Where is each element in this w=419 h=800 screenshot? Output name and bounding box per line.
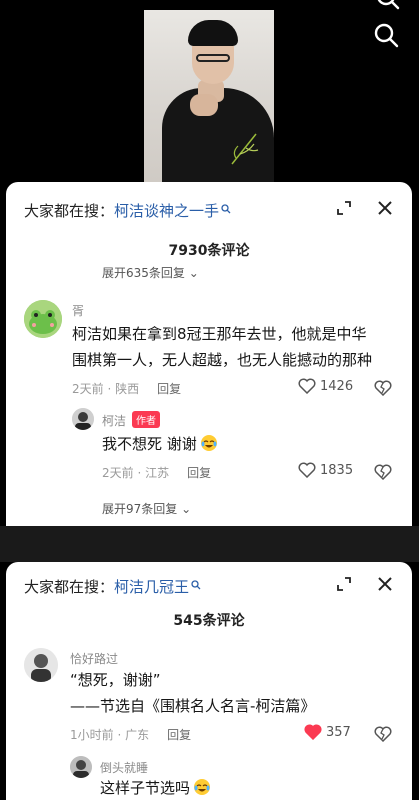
like-button[interactable]: 1426 <box>298 378 353 394</box>
trending-search-label: 大家都在搜：柯洁几冠王 <box>24 576 201 597</box>
trending-search-label: 大家都在搜：柯洁谈神之一手 <box>24 200 231 221</box>
reply-username-text: 柯洁 <box>102 414 127 428</box>
laugh-cry-emoji <box>194 779 211 795</box>
author-badge: 作者 <box>132 411 161 428</box>
reply-text: 我不想死 谢谢 <box>102 432 218 457</box>
expand-replies-link[interactable]: 展开97条回复 ⌄ <box>102 500 191 517</box>
expand-icon[interactable] <box>336 576 352 592</box>
search-icon[interactable] <box>373 22 399 48</box>
comment-time-location: 2天前 · 陕西 <box>72 382 140 396</box>
comment-panel: 大家都在搜：柯洁谈神之一手 7930条评论 展开635条回复 ⌄ 胥 柯洁如果在… <box>6 182 412 526</box>
expand-replies-label: 展开635条回复 <box>102 266 185 280</box>
trending-search-bar[interactable]: 大家都在搜：柯洁几冠王 <box>6 562 412 616</box>
comment-text-line2: 围棋第一人，无人超越，也无人能撼动的那种 <box>72 351 373 369</box>
expand-replies-link[interactable]: 展开635条回复 ⌄ <box>102 264 199 281</box>
glasses <box>196 54 230 62</box>
avatar[interactable] <box>24 300 62 338</box>
comment-text-line2: ——节选自《围棋名人名言-柯洁篇》 <box>70 697 316 715</box>
like-count: 1835 <box>320 462 354 478</box>
search-term-link[interactable]: 柯洁谈神之一手 <box>114 202 219 220</box>
heart-icon <box>298 462 316 478</box>
comment-count: 7930条评论 <box>168 243 250 259</box>
close-icon[interactable] <box>376 575 394 593</box>
comment-text-line1: 柯洁如果在拿到8冠王那年去世，他就是中华 <box>72 325 367 343</box>
video-player[interactable] <box>0 0 419 190</box>
person-hair <box>188 20 238 46</box>
dislike-icon[interactable] <box>374 464 392 480</box>
expand-icon[interactable] <box>336 200 352 216</box>
person-avatar-icon <box>72 408 94 430</box>
comment-username[interactable]: 恰好路过 <box>70 650 118 667</box>
comment-count: 545条评论 <box>173 613 245 629</box>
reply-username[interactable]: 柯洁 作者 <box>102 411 161 429</box>
person-avatar-icon <box>24 648 58 682</box>
video-gap <box>0 526 419 562</box>
search-icon <box>221 204 231 214</box>
avatar[interactable] <box>72 408 94 430</box>
chevron-down-icon: ⌄ <box>181 502 192 516</box>
search-prefix: 大家都在搜： <box>24 578 115 596</box>
like-count: 1426 <box>320 378 354 394</box>
reply-time-location: 2天前 · 江苏 <box>102 466 170 480</box>
screen: 大家都在搜：柯洁谈神之一手 7930条评论 展开635条回复 ⌄ 胥 柯洁如果在… <box>0 0 419 800</box>
frog-avatar-icon <box>24 300 62 338</box>
video-frame <box>144 10 274 188</box>
comment-time-location: 1小时前 · 广东 <box>70 728 150 742</box>
comment-meta: 2天前 · 陕西 回复 <box>72 380 181 397</box>
heart-icon <box>298 378 316 394</box>
dislike-icon[interactable] <box>374 380 392 396</box>
heart-icon <box>304 724 322 740</box>
like-count: 357 <box>326 724 351 740</box>
expand-replies-label: 展开97条回复 <box>102 502 178 516</box>
chevron-down-icon: ⌄ <box>188 266 199 280</box>
comment-username[interactable]: 胥 <box>72 302 84 319</box>
comment-text-line1: “想死，谢谢” <box>70 671 161 689</box>
comment-meta: 1小时前 · 广东 回复 <box>70 726 191 743</box>
avatar[interactable] <box>70 756 92 778</box>
person-hand <box>190 94 218 116</box>
like-button[interactable]: 357 <box>304 724 351 740</box>
reply-text-content: 我不想死 谢谢 <box>102 435 197 453</box>
search-term-link[interactable]: 柯洁几冠王 <box>114 578 189 596</box>
reply-text: 这样子节选吗 <box>100 776 211 800</box>
close-icon[interactable] <box>376 199 394 217</box>
search-prefix: 大家都在搜： <box>24 202 115 220</box>
reply-text-content: 这样子节选吗 <box>100 779 191 797</box>
reply-button[interactable]: 回复 <box>157 382 181 396</box>
person-avatar-icon <box>70 756 92 778</box>
trending-search-bar[interactable]: 大家都在搜：柯洁谈神之一手 <box>6 182 412 236</box>
reply-button[interactable]: 回复 <box>167 728 191 742</box>
laugh-cry-emoji <box>200 435 217 451</box>
avatar[interactable] <box>24 648 58 682</box>
reply-username[interactable]: 倒头就睡 <box>100 759 148 776</box>
reply-meta: 2天前 · 江苏 回复 <box>102 464 211 481</box>
dislike-icon[interactable] <box>374 726 392 742</box>
comment-panel: 大家都在搜：柯洁几冠王 545条评论 恰好路过 “想死，谢谢” ——节选自《围棋… <box>6 562 412 800</box>
search-icon[interactable] <box>375 0 401 12</box>
bamboo-embroidery <box>231 133 259 165</box>
like-button[interactable]: 1835 <box>298 462 353 478</box>
reply-button[interactable]: 回复 <box>187 466 211 480</box>
search-icon <box>191 580 201 590</box>
